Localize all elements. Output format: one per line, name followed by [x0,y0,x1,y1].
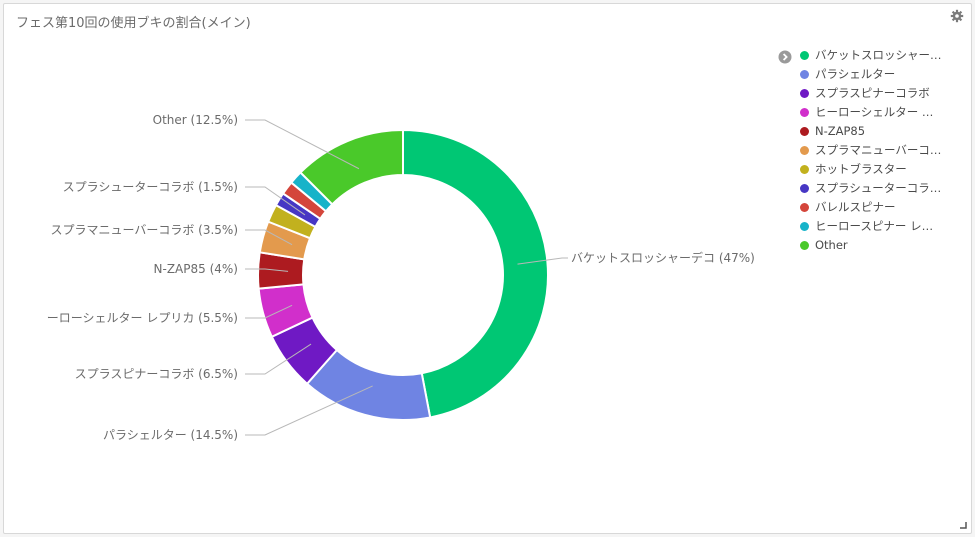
legend-label: ホットブラスター [815,162,907,176]
legend-color-dot [800,69,809,79]
legend-item[interactable]: ホットブラスター [800,160,907,178]
slice-data-label: パラシェルター (14.5%) [103,428,238,442]
legend-color-dot [800,164,809,174]
legend-label: バレルスピナー [815,200,896,214]
legend-item[interactable]: ヒーロースピナー レ… [800,217,933,235]
legend-item[interactable]: Other [800,236,848,254]
legend-item[interactable]: パラシェルター [800,65,895,83]
legend-label: スプラスピナーコラボ [815,86,930,100]
legend-color-dot [800,240,809,250]
legend-item[interactable]: スプラシューターコラ… [800,179,941,197]
legend-color-dot [800,221,809,231]
legend-item[interactable]: バケットスロッシャー… [800,46,942,64]
legend-color-dot [800,88,809,98]
legend-label: ヒーローシェルター … [815,105,934,119]
legend-color-dot [800,145,809,155]
pie-slice[interactable] [402,128,549,419]
legend-item[interactable]: N-ZAP85 [800,122,865,140]
chevron-right-circle-icon[interactable] [778,50,792,64]
legend-label: スプラマニューバーコ… [815,143,942,157]
legend-label: バケットスロッシャー… [815,48,942,62]
legend-color-dot [800,202,809,212]
legend-color-dot [800,50,809,60]
slice-data-label: N-ZAP85 (4%) [154,262,238,276]
slice-data-label: スプラスピナーコラボ (6.5%) [75,367,238,381]
legend-item[interactable]: バレルスピナー [800,198,896,216]
legend-label: スプラシューターコラ… [815,181,942,195]
legend-color-dot [800,183,809,193]
legend-color-dot [800,107,809,117]
slice-data-label: ーローシェルター レプリカ (5.5%) [47,311,238,325]
legend-label: N-ZAP85 [815,124,866,138]
legend-item[interactable]: スプラスピナーコラボ [800,84,930,102]
legend-item[interactable]: スプラマニューバーコ… [800,141,941,159]
legend-label: ヒーロースピナー レ… [815,219,934,233]
slice-data-label: スプラシューターコラボ (1.5%) [63,180,238,194]
legend-label: Other [815,238,848,252]
slice-data-label: バケットスロッシャーデコ (47%) [571,250,755,265]
legend-label: パラシェルター [815,67,896,81]
slice-data-label: スプラマニューバーコラボ (3.5%) [50,223,238,237]
slice-data-label: Other (12.5%) [153,113,238,127]
legend-item[interactable]: ヒーローシェルター … [800,103,933,121]
legend-color-dot [800,126,809,136]
